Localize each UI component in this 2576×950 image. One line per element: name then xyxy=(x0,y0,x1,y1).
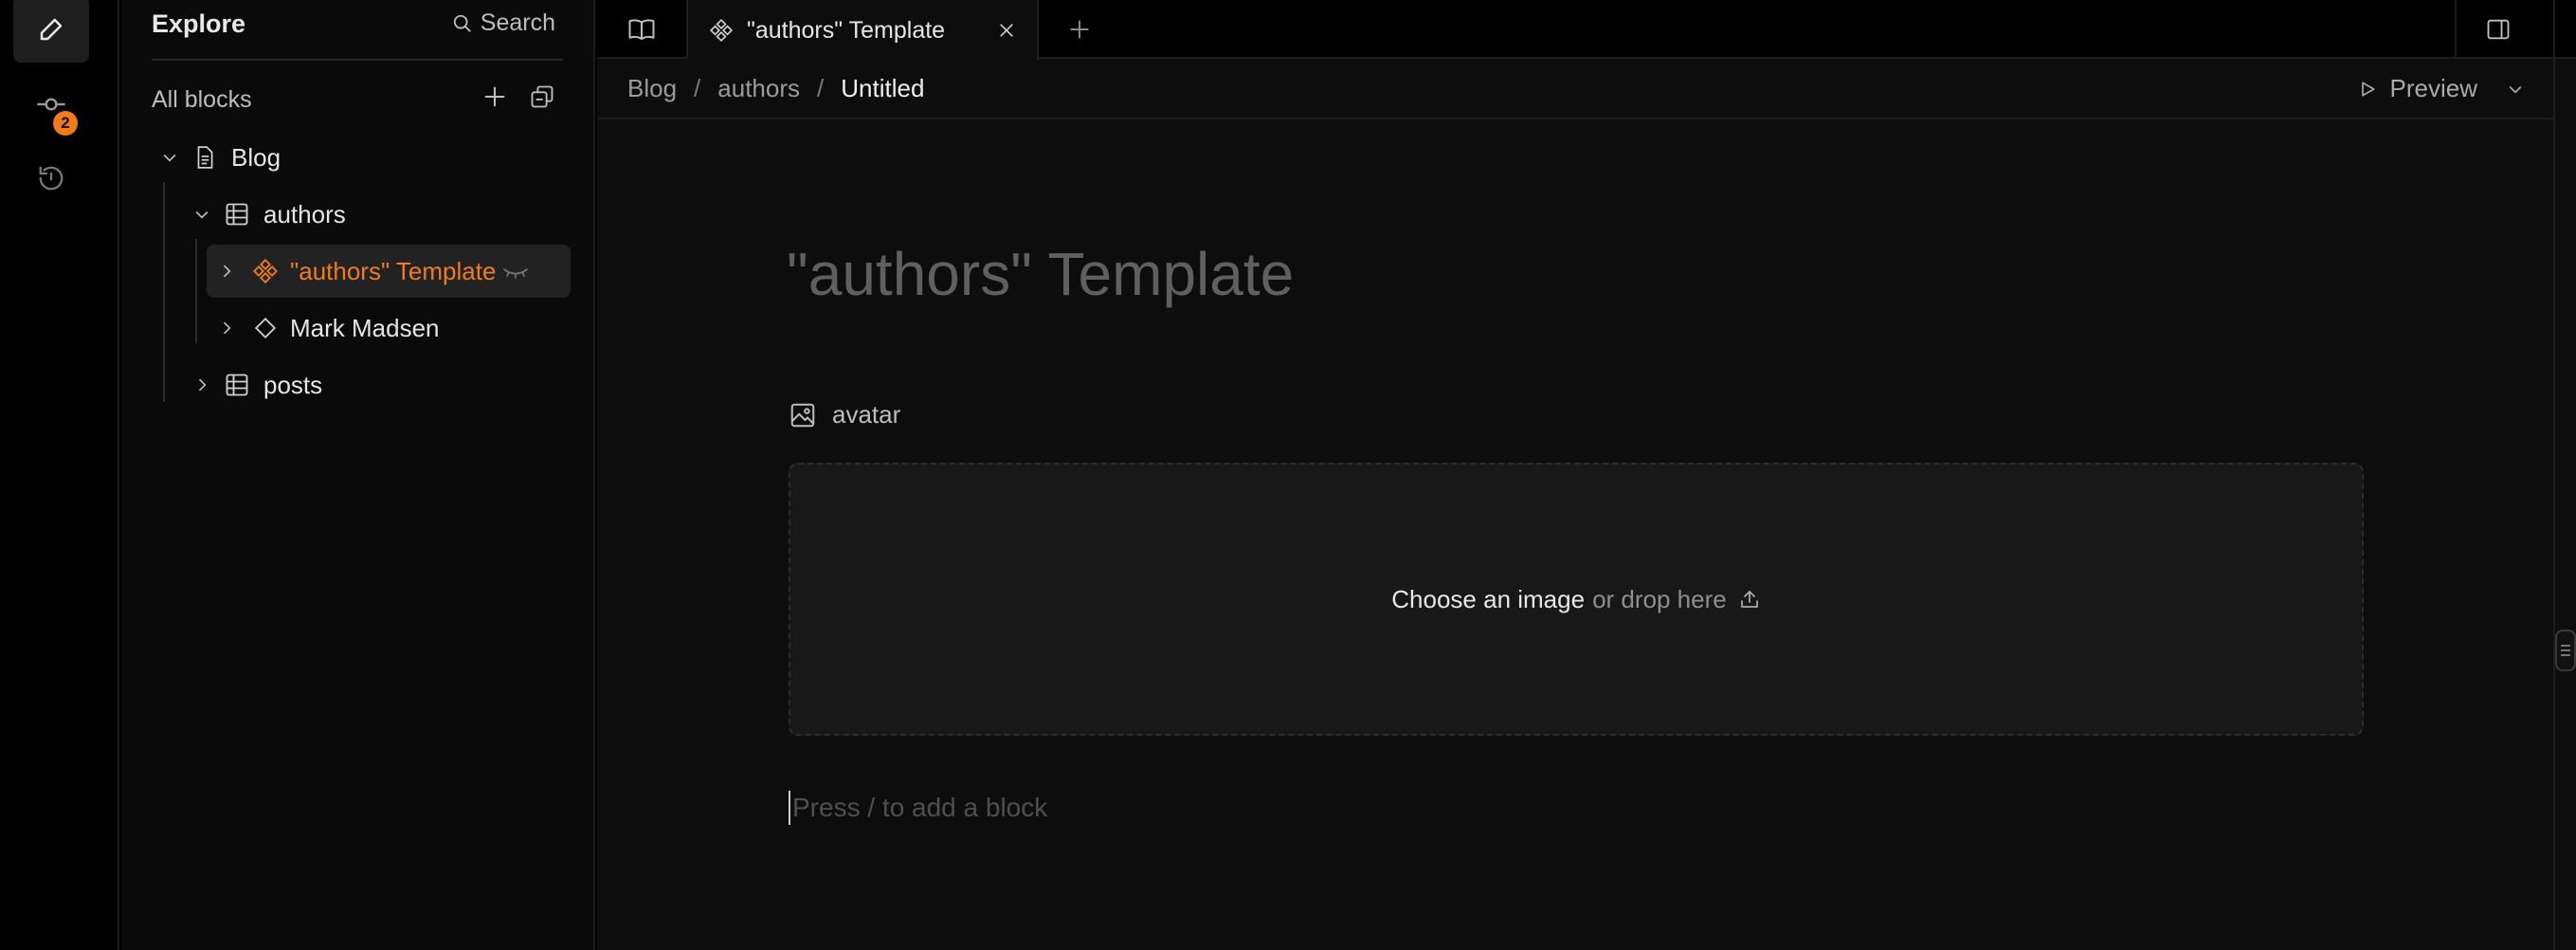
table-icon xyxy=(226,203,248,226)
tab-bar: "authors" Template xyxy=(597,0,2576,61)
main-area: "authors" Template Blog / authors / Unti… xyxy=(597,0,2576,950)
tree-guide xyxy=(195,239,197,343)
template-icon xyxy=(709,18,734,43)
image-dropzone[interactable]: Choose an image or drop here xyxy=(789,463,2364,736)
tree-item-posts[interactable]: posts xyxy=(186,358,580,411)
chevron-down-icon[interactable] xyxy=(2506,80,2525,99)
play-icon xyxy=(2361,82,2375,96)
tree-item-authors-template[interactable]: "authors" Template xyxy=(207,245,571,298)
document-icon xyxy=(197,146,213,169)
tree-item-mark-madsen[interactable]: Mark Madsen xyxy=(207,301,571,355)
image-icon xyxy=(790,403,815,427)
tree-item-label: authors xyxy=(263,199,346,228)
breadcrumb-blog[interactable]: Blog xyxy=(627,74,677,103)
add-block-icon[interactable] xyxy=(481,83,508,110)
tree-item-label: "authors" Template xyxy=(290,256,497,285)
table-icon xyxy=(226,374,248,396)
breadcrumb-current: Untitled xyxy=(841,74,925,102)
book-icon xyxy=(628,19,655,40)
chevron-right-icon[interactable] xyxy=(217,319,236,338)
breadcrumb-separator: / xyxy=(817,74,825,102)
resize-handle[interactable] xyxy=(2555,630,2576,671)
pencil-icon xyxy=(40,18,63,41)
template-icon xyxy=(253,259,278,283)
breadcrumb-bar: Blog / authors / Untitled Preview xyxy=(597,61,2553,119)
chevron-down-icon[interactable] xyxy=(192,205,211,224)
new-tab-button[interactable] xyxy=(1039,0,1120,59)
tab-label: "authors" Template xyxy=(747,16,946,44)
history-button[interactable] xyxy=(13,148,89,209)
right-divider xyxy=(2553,0,2555,950)
upload-icon xyxy=(1740,591,1758,608)
tab-docs[interactable] xyxy=(597,0,688,59)
tree-guide xyxy=(163,182,165,402)
breadcrumb-separator: / xyxy=(694,74,701,102)
toggle-panel-button[interactable] xyxy=(2455,0,2540,59)
explorer-sidebar: Explore Search All blocks Blog authors "… xyxy=(121,0,595,950)
chevron-right-icon[interactable] xyxy=(217,262,236,281)
sidebar-title: Explore xyxy=(152,9,246,38)
preview-label: Preview xyxy=(2389,74,2477,102)
choose-image-link[interactable]: Choose an image xyxy=(1391,585,1585,614)
breadcrumb: Blog / authors / Untitled xyxy=(627,74,924,103)
document-title[interactable]: "authors" Template xyxy=(787,239,1294,309)
hidden-eye-icon xyxy=(503,268,529,279)
field-label-text: avatar xyxy=(832,400,901,429)
tree-item-label: Mark Madsen xyxy=(290,313,440,342)
search-icon xyxy=(453,14,471,32)
breadcrumb-authors[interactable]: authors xyxy=(717,74,800,103)
tree-item-blog[interactable]: Blog xyxy=(154,131,580,184)
collapse-all-icon[interactable] xyxy=(529,83,555,110)
changes-button[interactable] xyxy=(13,74,89,135)
search-button[interactable]: Search xyxy=(452,9,555,37)
close-icon[interactable] xyxy=(997,21,1016,40)
history-icon xyxy=(39,166,63,191)
icon-rail: 2 xyxy=(0,0,119,950)
chevron-down-icon[interactable] xyxy=(160,148,179,167)
sidebar-panel-icon xyxy=(2487,19,2510,40)
all-blocks-label: All blocks xyxy=(152,86,252,113)
add-block-input[interactable]: Press / to add a block xyxy=(789,791,1047,825)
tree-item-label: posts xyxy=(263,370,323,399)
changes-count-badge: 2 xyxy=(53,111,78,136)
tab-authors-template[interactable]: "authors" Template xyxy=(688,0,1039,61)
search-label: Search xyxy=(480,9,555,36)
tree-item-authors[interactable]: authors xyxy=(186,188,580,241)
sidebar-divider xyxy=(152,59,563,61)
chevron-right-icon[interactable] xyxy=(192,375,211,394)
tree-item-label: Blog xyxy=(231,142,281,172)
plus-icon xyxy=(1070,20,1089,39)
avatar-field-label: avatar xyxy=(789,400,900,429)
edit-mode-button[interactable] xyxy=(13,0,89,63)
preview-button[interactable]: Preview xyxy=(2358,74,2525,103)
drop-here-text: or drop here xyxy=(1592,584,1727,613)
entry-diamond-icon xyxy=(254,317,277,339)
sidebar-actions xyxy=(481,83,555,110)
